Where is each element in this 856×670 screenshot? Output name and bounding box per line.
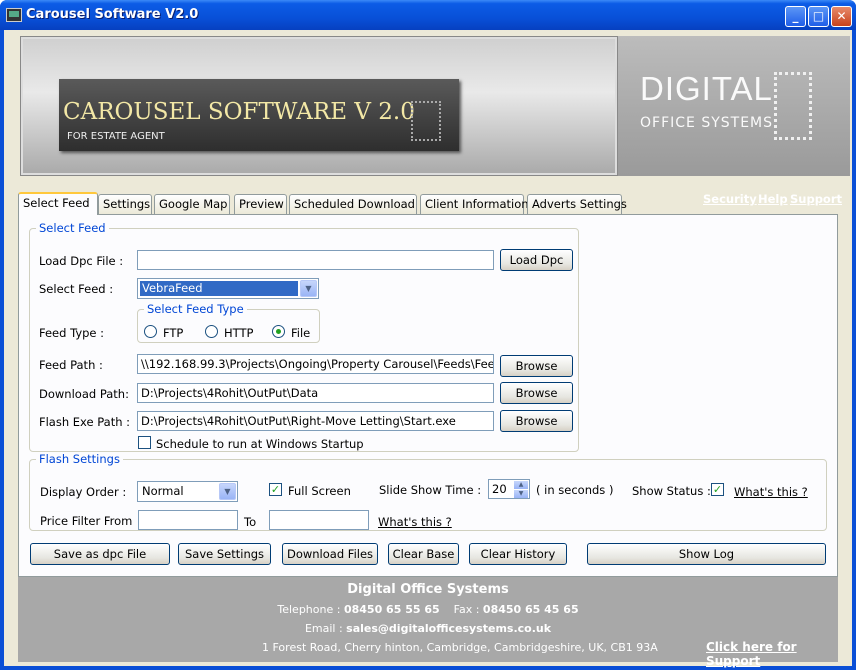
support-link[interactable]: Support	[790, 192, 842, 206]
spin-down-icon[interactable]: ▼	[514, 490, 528, 498]
browse-flash-button[interactable]: Browse	[500, 410, 573, 432]
schedule-checkbox[interactable]	[138, 436, 151, 449]
tab-preview[interactable]: Preview	[234, 194, 287, 214]
footer: Digital Office Systems Telephone : 08450…	[18, 577, 838, 668]
tab-settings[interactable]: Settings	[98, 194, 152, 214]
maximize-button[interactable]: □	[808, 6, 829, 27]
slide-show-label: Slide Show Time :	[379, 483, 482, 497]
radio-file[interactable]	[272, 325, 285, 338]
save-settings-button[interactable]: Save Settings	[178, 543, 271, 565]
select-feed-label: Select Feed :	[39, 282, 114, 296]
close-button[interactable]: ✕	[831, 6, 852, 27]
tab-google-map[interactable]: Google Map	[154, 194, 230, 214]
email-value[interactable]: sales@digitalofficesystems.co.uk	[346, 622, 551, 635]
footer-phone-line: Telephone : 08450 65 55 65 Fax : 08450 6…	[18, 603, 838, 616]
spin-up-icon[interactable]: ▲	[514, 481, 528, 489]
client-area: CAROUSEL SOFTWARE V 2.0 FOR ESTATE AGENT…	[4, 30, 852, 668]
tab-client-information[interactable]: Client Information	[420, 194, 529, 214]
flash-exe-label: Flash Exe Path :	[39, 415, 131, 429]
download-path-label: Download Path:	[39, 387, 129, 401]
browse-download-button[interactable]: Browse	[500, 382, 573, 404]
telephone-value: 08450 65 55 65	[343, 603, 440, 616]
feed-type-legend: Select Feed Type	[144, 302, 247, 316]
load-dpc-input[interactable]	[137, 250, 494, 270]
show-log-button[interactable]: Show Log	[587, 543, 826, 565]
brand-mark-icon	[774, 72, 812, 140]
price-to-label: To	[244, 515, 257, 529]
show-status-checkbox[interactable]: ✓	[711, 483, 724, 496]
fax-label: Fax :	[453, 603, 480, 616]
whats-this-link[interactable]: What's this ?	[734, 485, 808, 499]
select-feed-dropdown[interactable]: VebraFeed ▼	[137, 278, 319, 299]
radio-ftp-label: FTP	[163, 326, 184, 340]
show-status-label: Show Status :	[632, 484, 711, 498]
price-from-input[interactable]	[138, 510, 238, 530]
schedule-label: Schedule to run at Windows Startup	[156, 437, 364, 451]
feed-type-label: Feed Type :	[39, 326, 105, 340]
footer-email-line: Email : sales@digitalofficesystems.co.uk	[18, 622, 838, 635]
app-window: Carousel Software V2.0 _ □ ✕ CAROUSEL SO…	[0, 0, 856, 670]
email-label: Email :	[304, 622, 343, 635]
select-feed-panel: Select Feed Load Dpc File : Load Dpc Sel…	[18, 214, 838, 577]
display-order-label: Display Order :	[40, 485, 127, 499]
load-dpc-label: Load Dpc File :	[39, 254, 124, 268]
brand-line1: DIGITAL	[640, 70, 773, 107]
banner-title: CAROUSEL SOFTWARE V 2.0	[63, 99, 415, 125]
slide-show-spinner[interactable]: 20 ▲ ▼	[488, 479, 530, 499]
product-banner: CAROUSEL SOFTWARE V 2.0 FOR ESTATE AGENT	[20, 36, 618, 176]
save-dpc-button[interactable]: Save as dpc File	[30, 543, 170, 565]
clear-base-button[interactable]: Clear Base	[388, 543, 459, 565]
telephone-label: Telephone :	[277, 603, 341, 616]
full-screen-label: Full Screen	[288, 484, 351, 498]
minimize-button[interactable]: _	[785, 6, 806, 27]
browse-feed-button[interactable]: Browse	[500, 355, 573, 377]
footer-address: 1 Forest Road, Cherry hinton, Cambridge,…	[262, 641, 658, 654]
app-icon	[6, 8, 22, 22]
tab-adverts-settings[interactable]: Adverts Settings	[527, 194, 627, 214]
radio-http[interactable]	[205, 325, 218, 338]
chevron-down-icon[interactable]: ▼	[219, 483, 236, 500]
select-feed-value: VebraFeed	[140, 281, 298, 296]
download-files-button[interactable]: Download Files	[282, 543, 378, 565]
window-title: Carousel Software V2.0	[26, 7, 199, 22]
slide-show-value: 20	[492, 482, 507, 496]
feed-path-label: Feed Path :	[39, 358, 103, 372]
radio-http-label: HTTP	[224, 326, 254, 340]
price-to-input[interactable]	[269, 510, 369, 530]
radio-file-label: File	[291, 326, 311, 340]
radio-ftp[interactable]	[144, 325, 157, 338]
full-screen-checkbox[interactable]: ✓	[269, 483, 282, 496]
flash-exe-input[interactable]: D:\Projects\4Rohit\OutPut\Right-Move Let…	[137, 411, 494, 431]
fax-value: 08450 65 45 65	[482, 603, 579, 616]
footer-support-link[interactable]: Click here for Support	[706, 640, 838, 668]
clear-history-button[interactable]: Clear History	[469, 543, 567, 565]
tab-select-feed[interactable]: Select Feed	[18, 192, 98, 215]
feed-path-input[interactable]: \\192.168.99.3\Projects\Ongoing\Property…	[137, 354, 494, 374]
load-dpc-button[interactable]: Load Dpc	[500, 249, 573, 271]
security-link[interactable]: Security	[703, 192, 757, 206]
title-bar[interactable]: Carousel Software V2.0 _ □ ✕	[0, 0, 856, 30]
banner-subtitle: FOR ESTATE AGENT	[67, 131, 165, 142]
brand-line2: OFFICE SYSTEMS	[640, 115, 774, 131]
price-filter-label: Price Filter From	[40, 514, 133, 528]
banner-logo-icon	[411, 101, 441, 141]
download-path-input[interactable]: D:\Projects\4Rohit\OutPut\Data	[137, 383, 494, 403]
footer-company: Digital Office Systems	[347, 582, 509, 597]
tab-scheduled-download[interactable]: Scheduled Download	[289, 194, 417, 214]
help-link[interactable]: Help	[758, 192, 788, 206]
flash-settings-legend: Flash Settings	[36, 452, 123, 466]
company-logo: DIGITAL OFFICE SYSTEMS	[640, 70, 830, 140]
select-feed-legend: Select Feed	[36, 221, 109, 235]
slide-show-unit: ( in seconds )	[536, 483, 614, 497]
display-order-dropdown[interactable]: Normal ▼	[137, 481, 238, 502]
whats-this-price-link[interactable]: What's this ?	[378, 515, 452, 529]
chevron-down-icon[interactable]: ▼	[300, 280, 317, 297]
display-order-value: Normal	[142, 484, 184, 498]
